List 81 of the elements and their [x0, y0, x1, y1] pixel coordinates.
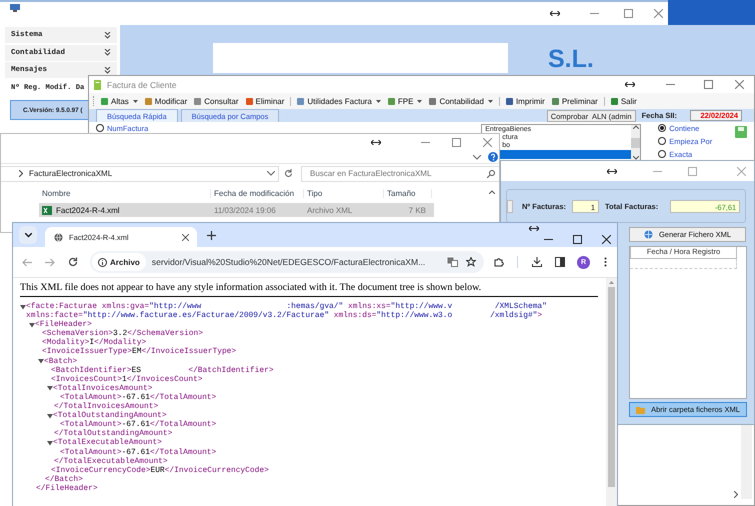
- double-chevron-icon: [104, 49, 111, 56]
- tab-list-button[interactable]: [19, 226, 37, 244]
- chevron-down-icon[interactable]: [267, 171, 275, 176]
- toolbar-button[interactable]: Preliminar: [550, 96, 598, 106]
- toolbar-button[interactable]: Imprimir: [498, 96, 545, 106]
- caret-icon: [417, 100, 422, 102]
- reload-icon[interactable]: [68, 257, 78, 267]
- toolbar-button[interactable]: Contabilidad: [428, 96, 493, 106]
- company-name: S.L.: [548, 45, 594, 74]
- resize-icon[interactable]: [607, 168, 617, 174]
- globe-icon: [54, 232, 63, 242]
- caret-icon: [132, 100, 138, 102]
- spreadsheet-file-icon: [42, 206, 52, 214]
- toolbar-button[interactable]: Salir: [604, 96, 637, 106]
- toolbar-button[interactable]: Utilidades Factura: [290, 96, 381, 106]
- scrollbar-thumb[interactable]: [608, 287, 615, 487]
- toolbar-button[interactable]: Altas: [100, 96, 138, 106]
- expand-toggle[interactable]: [20, 304, 26, 310]
- star-icon[interactable]: [466, 257, 476, 267]
- toolbar-icon: [550, 96, 560, 106]
- column-header[interactable]: Tamaño: [384, 189, 432, 198]
- toolbar-icon: [504, 96, 514, 106]
- expand-toggle[interactable]: [47, 440, 53, 446]
- toolbar-icon: [244, 96, 254, 106]
- new-tab-icon[interactable]: [207, 230, 216, 240]
- toolbar-icon: [428, 96, 438, 106]
- search-icon[interactable]: [487, 170, 495, 178]
- refresh-icon[interactable]: [284, 169, 293, 178]
- resize-icon[interactable]: [550, 11, 560, 16]
- toolbar-button[interactable]: Modificar: [144, 96, 188, 106]
- table-cell-text: Fact2024-R-4.xml: [56, 206, 121, 214]
- translate-icon[interactable]: [447, 257, 458, 267]
- toolbar-button[interactable]: FPE: [386, 96, 422, 106]
- xml-notice: This XML file does not appear to have any style information associated with it. The document tree is shown below.: [20, 282, 598, 297]
- expand-toggle[interactable]: [38, 358, 44, 364]
- help-icon[interactable]: [488, 152, 498, 162]
- app-icon[interactable]: [10, 4, 20, 12]
- maximize-icon[interactable]: [573, 235, 582, 244]
- table-cell-text: Archivo XML: [306, 206, 354, 214]
- window-title: Factura de Cliente: [107, 80, 176, 90]
- caret-icon: [376, 100, 381, 102]
- globe-icon: [644, 230, 653, 239]
- toolbar-icon: [193, 96, 202, 106]
- double-chevron-icon: [104, 32, 111, 38]
- expand-toggle[interactable]: [29, 322, 35, 328]
- info-icon: [98, 258, 107, 266]
- address-bar[interactable]: FacturaElectronicaXML: [1, 166, 279, 182]
- double-chevron-icon: [104, 66, 111, 74]
- resize-icon[interactable]: [371, 140, 381, 145]
- close-icon[interactable]: [602, 235, 611, 244]
- document-icon: [93, 80, 102, 90]
- table-cell-text: 7 KB: [408, 206, 427, 214]
- site-info-chip[interactable]: Archivo: [92, 253, 146, 271]
- resize-icon[interactable]: [529, 226, 539, 231]
- toolbar-button[interactable]: Eliminar: [244, 96, 284, 106]
- more-menu-icon[interactable]: [604, 257, 607, 267]
- toolbar-icon: [296, 96, 306, 106]
- extensions-icon[interactable]: [494, 257, 504, 267]
- column-header[interactable]: Nombre: [39, 189, 211, 198]
- close-icon[interactable]: [182, 234, 189, 240]
- file-row[interactable]: Fact2024-R-4.xml 11/03/2024 19:06 Archivo XML 7 KB: [39, 203, 434, 217]
- resize-icon[interactable]: [625, 82, 635, 87]
- expand-toggle[interactable]: [47, 385, 53, 392]
- column-header[interactable]: Tipo: [304, 189, 384, 198]
- search-field[interactable]: Buscar en FacturaElectronicaXML: [301, 166, 499, 182]
- address-bar[interactable]: Archivo servidor/Visual%20Studio%20Net/EDEGESCO/FacturaElectronicaXM...: [90, 251, 484, 273]
- column-header[interactable]: Fecha de modificación: [211, 189, 304, 198]
- chevron-down-icon: [24, 232, 32, 238]
- toolbar-icon: [386, 96, 396, 106]
- table-cell-text: 11/03/2024 19:06: [213, 206, 277, 214]
- toolbar-button[interactable]: Consultar: [193, 96, 238, 106]
- toolbar-icon: [610, 96, 619, 106]
- chevron-right-icon: [19, 170, 23, 177]
- folder-icon: [636, 405, 646, 414]
- download-icon[interactable]: [532, 257, 542, 267]
- expand-toggle[interactable]: [47, 412, 53, 419]
- toolbar-icon: [144, 96, 153, 106]
- chevron-down-icon[interactable]: [473, 154, 481, 160]
- caret-icon: [488, 100, 493, 102]
- side-panel-icon[interactable]: [555, 257, 565, 267]
- toolbar-icon: [100, 96, 109, 106]
